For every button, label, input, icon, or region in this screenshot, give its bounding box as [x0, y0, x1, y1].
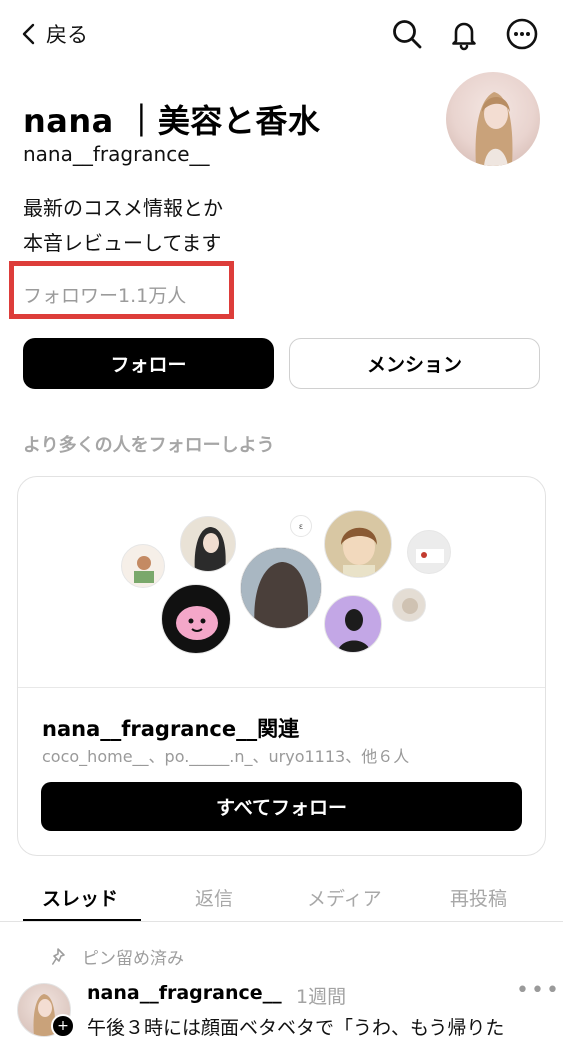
post-author[interactable]: nana__fragrance__ — [87, 982, 282, 1004]
tabs-divider — [0, 921, 563, 922]
more-icon[interactable] — [504, 16, 540, 52]
card-subtitle: coco_home__、po._____.n_、uryo1113、他６人 — [42, 747, 410, 766]
chevron-left-icon — [22, 23, 35, 45]
suggested-avatar[interactable] — [121, 544, 165, 588]
suggested-avatar[interactable] — [161, 584, 231, 654]
bio-line-1: 最新のコスメ情報とか — [23, 196, 223, 220]
follow-all-button[interactable]: すべてフォロー — [41, 782, 522, 831]
avatar-mark: ɛ — [298, 521, 304, 531]
tab-threads[interactable]: スレッド — [42, 884, 118, 911]
avatar-illustration — [475, 92, 513, 166]
suggested-avatar[interactable] — [324, 595, 382, 653]
suggestions-heading: より多くの人をフォローしよう — [23, 435, 275, 456]
suggested-avatar[interactable]: ɛ — [290, 515, 312, 537]
tab-replies[interactable]: 返信 — [195, 884, 233, 911]
profile-handle: nana__fragrance__ — [23, 142, 210, 166]
back-button[interactable]: 戻る — [20, 18, 88, 50]
bio-line-2: 本音レビューしてます — [23, 231, 222, 255]
card-title: nana__fragrance__関連 — [42, 717, 300, 741]
suggested-avatar[interactable] — [392, 588, 426, 622]
suggested-avatar[interactable] — [180, 516, 236, 572]
pinned-label: ピン留め済み — [82, 949, 184, 969]
card-divider — [18, 687, 545, 688]
profile-name: nana ｜美容と香水 — [23, 102, 321, 140]
back-label: 戻る — [46, 23, 88, 47]
tab-media[interactable]: メディア — [307, 884, 382, 911]
suggested-avatar[interactable] — [407, 530, 451, 574]
profile-avatar[interactable] — [446, 72, 540, 166]
post-more-icon[interactable]: ••• — [516, 978, 561, 1003]
follow-plus-icon[interactable]: + — [51, 1014, 75, 1038]
post-time: 1週間 — [296, 986, 347, 1008]
bell-icon[interactable] — [446, 16, 482, 52]
post-text[interactable]: 午後３時には顔面ベタベタで「うわ、もう帰りた — [87, 1013, 504, 1040]
tab-reposts[interactable]: 再投稿 — [450, 884, 507, 911]
search-icon[interactable] — [389, 16, 425, 52]
mention-button[interactable]: メンション — [289, 338, 540, 389]
suggested-avatar[interactable] — [240, 547, 322, 629]
pinned-indicator: ピン留め済み — [52, 944, 184, 969]
pin-icon — [52, 947, 65, 965]
suggested-avatar[interactable] — [324, 510, 392, 578]
active-tab-indicator — [23, 919, 141, 921]
follow-button[interactable]: フォロー — [23, 338, 274, 389]
highlight-box — [9, 261, 234, 319]
suggestion-card: ɛ nana__fragrance__関連 coco_home__、po.___… — [17, 476, 546, 856]
